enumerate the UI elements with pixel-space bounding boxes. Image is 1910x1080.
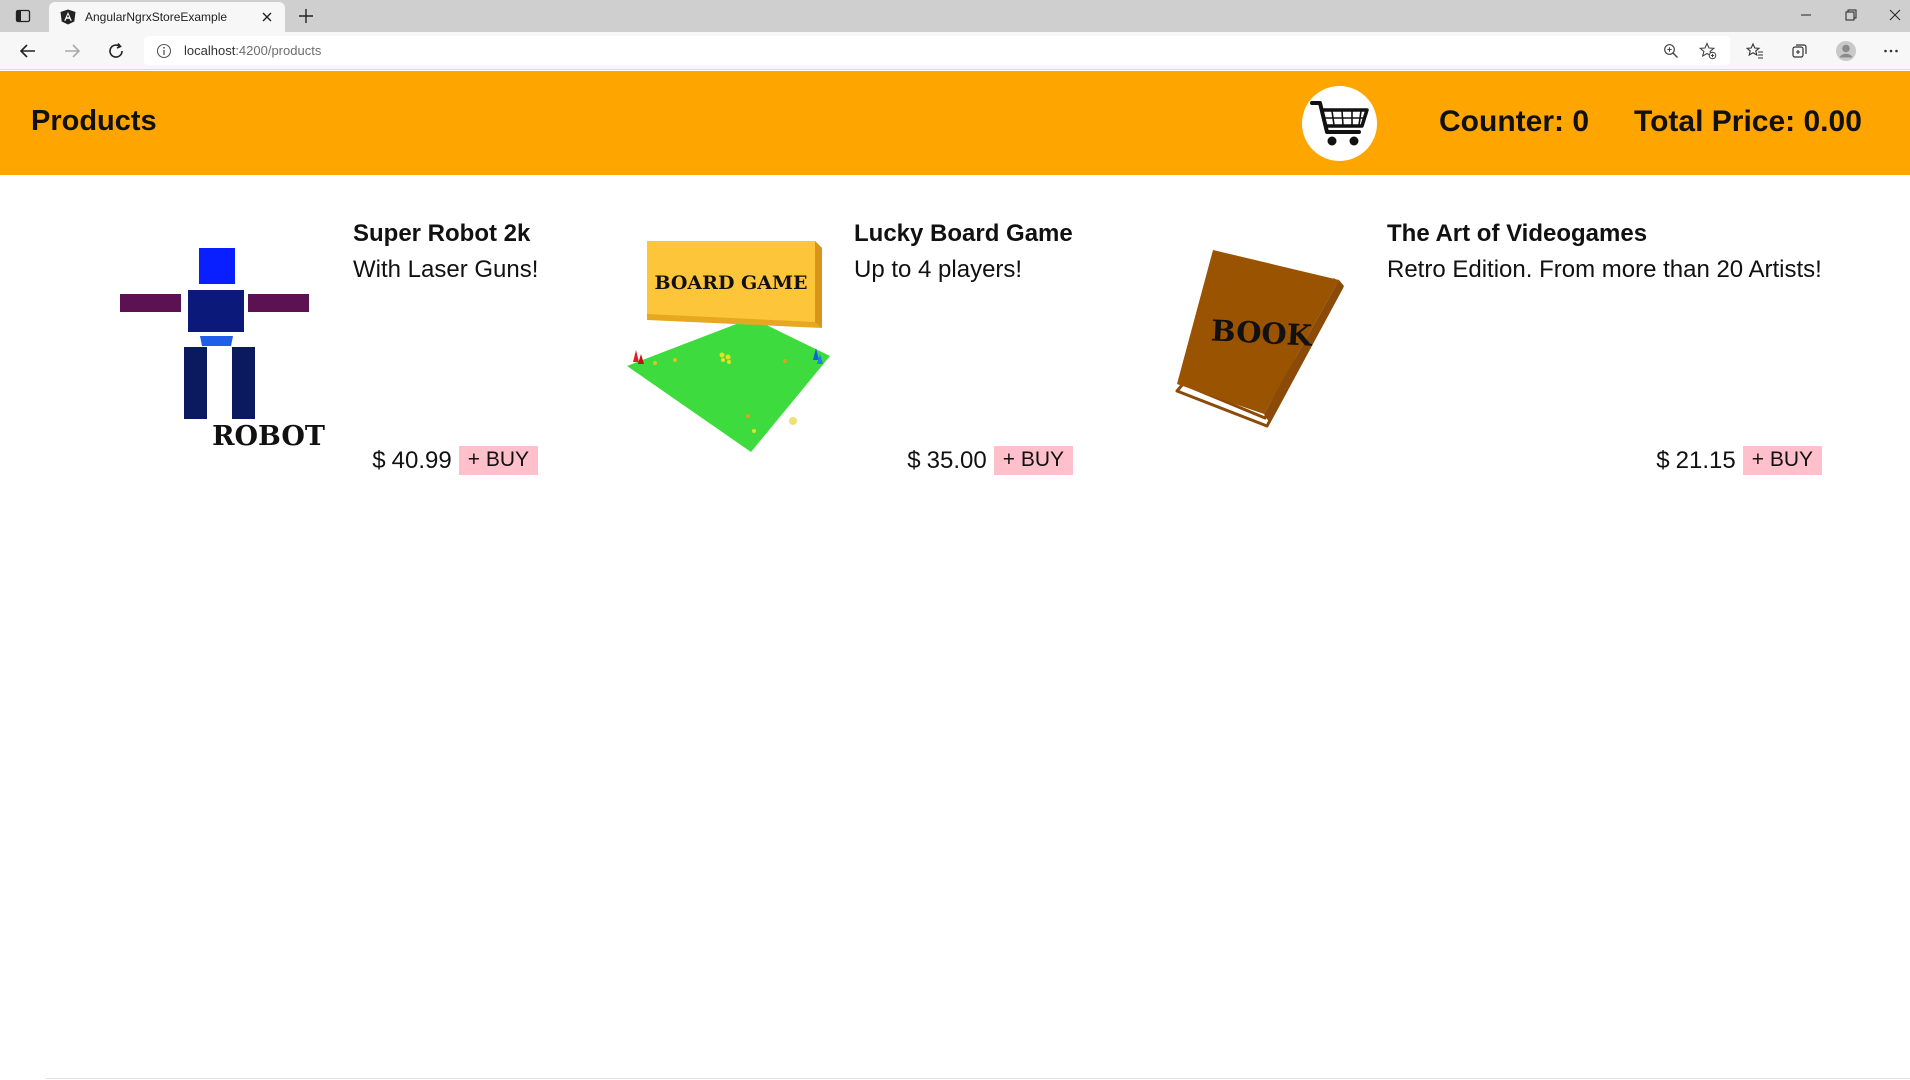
more-options-icon[interactable] bbox=[1876, 37, 1906, 65]
robot-image-label: ROBOT bbox=[212, 421, 325, 452]
product-price: 35.00 bbox=[926, 446, 987, 474]
tab-actions-icon[interactable] bbox=[10, 5, 36, 27]
shopping-cart-icon bbox=[1309, 100, 1369, 145]
cart-counter: Counter: 0 bbox=[1439, 105, 1589, 139]
currency-symbol: $ bbox=[907, 446, 921, 474]
total-price: Total Price: 0.00 bbox=[1634, 105, 1862, 139]
product-image-board-game: BOARD GAME bbox=[625, 238, 835, 463]
product-description: Retro Edition. From more than 20 Artists… bbox=[1387, 256, 1822, 283]
product-card: BOOK The Art of Videogames Retro Edition… bbox=[1170, 220, 1822, 480]
product-price: 40.99 bbox=[391, 446, 452, 474]
app-header: Products Counter: 0 Total Price: 0.00 bbox=[0, 71, 1910, 175]
url-host: localhost bbox=[184, 43, 236, 58]
product-card: ROBOT Super Robot 2k With Laser Guns! $ … bbox=[110, 220, 550, 480]
cart-button[interactable] bbox=[1302, 86, 1377, 161]
currency-symbol: $ bbox=[1656, 446, 1670, 474]
url-text: localhost:4200/products bbox=[184, 43, 321, 58]
counter-value: 0 bbox=[1572, 105, 1590, 138]
favorites-icon[interactable] bbox=[1740, 37, 1770, 65]
close-tab-icon[interactable] bbox=[259, 9, 275, 25]
restore-icon[interactable] bbox=[1828, 0, 1874, 30]
close-window-icon[interactable] bbox=[1872, 0, 1910, 30]
browser-tab[interactable]: AngularNgrxStoreExample bbox=[49, 2, 285, 32]
add-favorite-icon[interactable] bbox=[1697, 40, 1719, 62]
product-image-book: BOOK bbox=[1170, 250, 1350, 445]
product-description: Up to 4 players! bbox=[854, 256, 1023, 283]
collections-icon[interactable] bbox=[1785, 37, 1815, 65]
forward-arrow-icon[interactable] bbox=[57, 37, 87, 65]
price-row: $ 40.99 + BUY bbox=[372, 446, 538, 475]
total-price-label: Total Price: bbox=[1634, 105, 1796, 138]
product-card: BOARD GAME Lucky Board Game Up to 4 play… bbox=[625, 220, 1075, 480]
address-bar[interactable]: localhost:4200/products bbox=[144, 36, 1730, 65]
back-arrow-icon[interactable] bbox=[13, 37, 43, 65]
board-game-image-label: BOARD GAME bbox=[654, 272, 807, 294]
product-name: Lucky Board Game bbox=[854, 220, 1073, 247]
total-price-value: 0.00 bbox=[1803, 105, 1862, 138]
currency-symbol: $ bbox=[372, 446, 386, 474]
browser-tab-strip: AngularNgrxStoreExample bbox=[0, 0, 1910, 32]
page-title: Products bbox=[31, 105, 157, 137]
angular-favicon-icon bbox=[59, 8, 77, 26]
url-path: :4200/products bbox=[235, 43, 322, 58]
tab-title: AngularNgrxStoreExample bbox=[85, 10, 228, 24]
buy-button[interactable]: + BUY bbox=[458, 446, 538, 475]
counter-label: Counter: bbox=[1439, 105, 1564, 138]
minimize-icon[interactable] bbox=[1783, 0, 1829, 30]
book-image-label: BOOK bbox=[1210, 313, 1314, 352]
bottom-divider bbox=[46, 1078, 1910, 1079]
buy-button[interactable]: + BUY bbox=[1742, 446, 1822, 475]
product-name: Super Robot 2k bbox=[353, 220, 531, 247]
zoom-icon[interactable] bbox=[1660, 40, 1682, 62]
site-info-icon[interactable] bbox=[154, 41, 174, 61]
buy-button[interactable]: + BUY bbox=[993, 446, 1073, 475]
product-description: With Laser Guns! bbox=[353, 256, 539, 283]
product-image-robot: ROBOT bbox=[120, 248, 340, 463]
profile-avatar-icon[interactable] bbox=[1831, 37, 1861, 65]
price-row: $ 21.15 + BUY bbox=[1656, 446, 1822, 475]
product-price: 21.15 bbox=[1675, 446, 1736, 474]
price-row: $ 35.00 + BUY bbox=[907, 446, 1073, 475]
new-tab-icon[interactable] bbox=[294, 5, 318, 27]
browser-toolbar: localhost:4200/products bbox=[0, 32, 1910, 70]
product-name: The Art of Videogames bbox=[1387, 220, 1648, 247]
refresh-icon[interactable] bbox=[101, 37, 131, 65]
